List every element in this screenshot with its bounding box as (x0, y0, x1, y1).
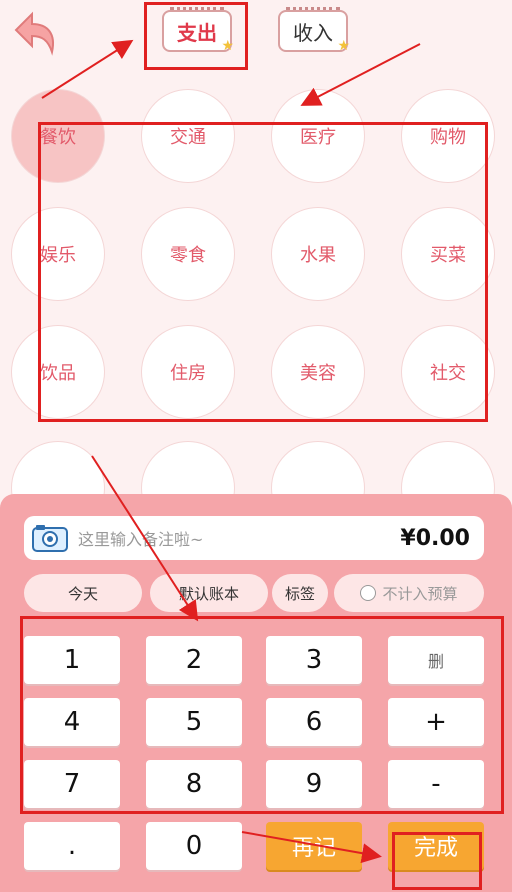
input-panel: 这里输入备注啦~ ¥0.00 今天 默认账本 标签 不计入预算 1 2 3 删 … (0, 494, 512, 892)
category-label: 美容 (300, 363, 336, 384)
camera-icon[interactable] (32, 524, 68, 552)
account-chip[interactable]: 默认账本 (150, 574, 268, 612)
record-again-button[interactable]: 再记 (266, 822, 362, 870)
category-groceries[interactable]: 买菜 (402, 208, 494, 300)
radio-icon[interactable] (360, 585, 377, 601)
category-label: 医疗 (300, 127, 336, 148)
budget-label: 不计入预算 (382, 584, 458, 603)
category-label: 住房 (170, 363, 206, 384)
category-label: 买菜 (430, 245, 466, 266)
tag-chip[interactable]: 标签 (272, 574, 328, 612)
spiral-decoration (170, 7, 224, 16)
category-entertainment[interactable]: 娱乐 (12, 208, 104, 300)
delete-button[interactable]: 删 (388, 636, 484, 684)
budget-toggle[interactable]: 不计入预算 (334, 574, 484, 612)
category-fruit[interactable]: 水果 (272, 208, 364, 300)
key-4[interactable]: 4 (24, 698, 120, 746)
category-transport[interactable]: 交通 (142, 90, 234, 182)
back-arrow-icon[interactable] (12, 8, 64, 58)
star-icon: ★ (221, 38, 234, 54)
date-chip[interactable]: 今天 (24, 574, 142, 612)
tag-label: 标签 (284, 584, 315, 603)
remark-bar[interactable]: 这里输入备注啦~ ¥0.00 (24, 516, 484, 560)
plus-button[interactable]: + (388, 698, 484, 746)
key-5[interactable]: 5 (146, 698, 242, 746)
tab-income[interactable]: 收入 ★ (278, 7, 350, 54)
key-3[interactable]: 3 (266, 636, 362, 684)
tab-income-label: 收入 (293, 20, 333, 45)
key-2[interactable]: 2 (146, 636, 242, 684)
category-social[interactable]: 社交 (402, 326, 494, 418)
spiral-decoration (286, 7, 340, 16)
remark-input[interactable]: 这里输入备注啦~ (78, 526, 400, 550)
category-dining[interactable]: 餐饮 (12, 90, 104, 182)
category-housing[interactable]: 住房 (142, 326, 234, 418)
category-label: 水果 (300, 245, 336, 266)
top-bar: 支出 ★ 收入 ★ (0, 0, 512, 70)
category-label: 娱乐 (40, 245, 76, 266)
key-8[interactable]: 8 (146, 760, 242, 808)
account-label: 默认账本 (178, 584, 239, 603)
key-dot[interactable]: . (24, 822, 120, 870)
category-label: 社交 (430, 363, 466, 384)
key-6[interactable]: 6 (266, 698, 362, 746)
amount-display: ¥0.00 (400, 525, 470, 551)
category-label: 饮品 (40, 363, 76, 384)
star-icon: ★ (337, 38, 350, 54)
category-label: 交通 (170, 127, 206, 148)
key-1[interactable]: 1 (24, 636, 120, 684)
category-shopping[interactable]: 购物 (402, 90, 494, 182)
category-label: 零食 (170, 245, 206, 266)
category-label: 餐饮 (40, 127, 76, 148)
category-beauty[interactable]: 美容 (272, 326, 364, 418)
key-0[interactable]: 0 (146, 822, 242, 870)
category-snacks[interactable]: 零食 (142, 208, 234, 300)
tab-expense[interactable]: 支出 ★ (162, 7, 234, 54)
key-9[interactable]: 9 (266, 760, 362, 808)
key-7[interactable]: 7 (24, 760, 120, 808)
category-label: 购物 (430, 127, 466, 148)
category-drinks[interactable]: 饮品 (12, 326, 104, 418)
category-medical[interactable]: 医疗 (272, 90, 364, 182)
tab-expense-label: 支出 (177, 20, 217, 45)
minus-button[interactable]: - (388, 760, 484, 808)
done-button[interactable]: 完成 (388, 822, 484, 870)
date-label: 今天 (67, 584, 98, 603)
